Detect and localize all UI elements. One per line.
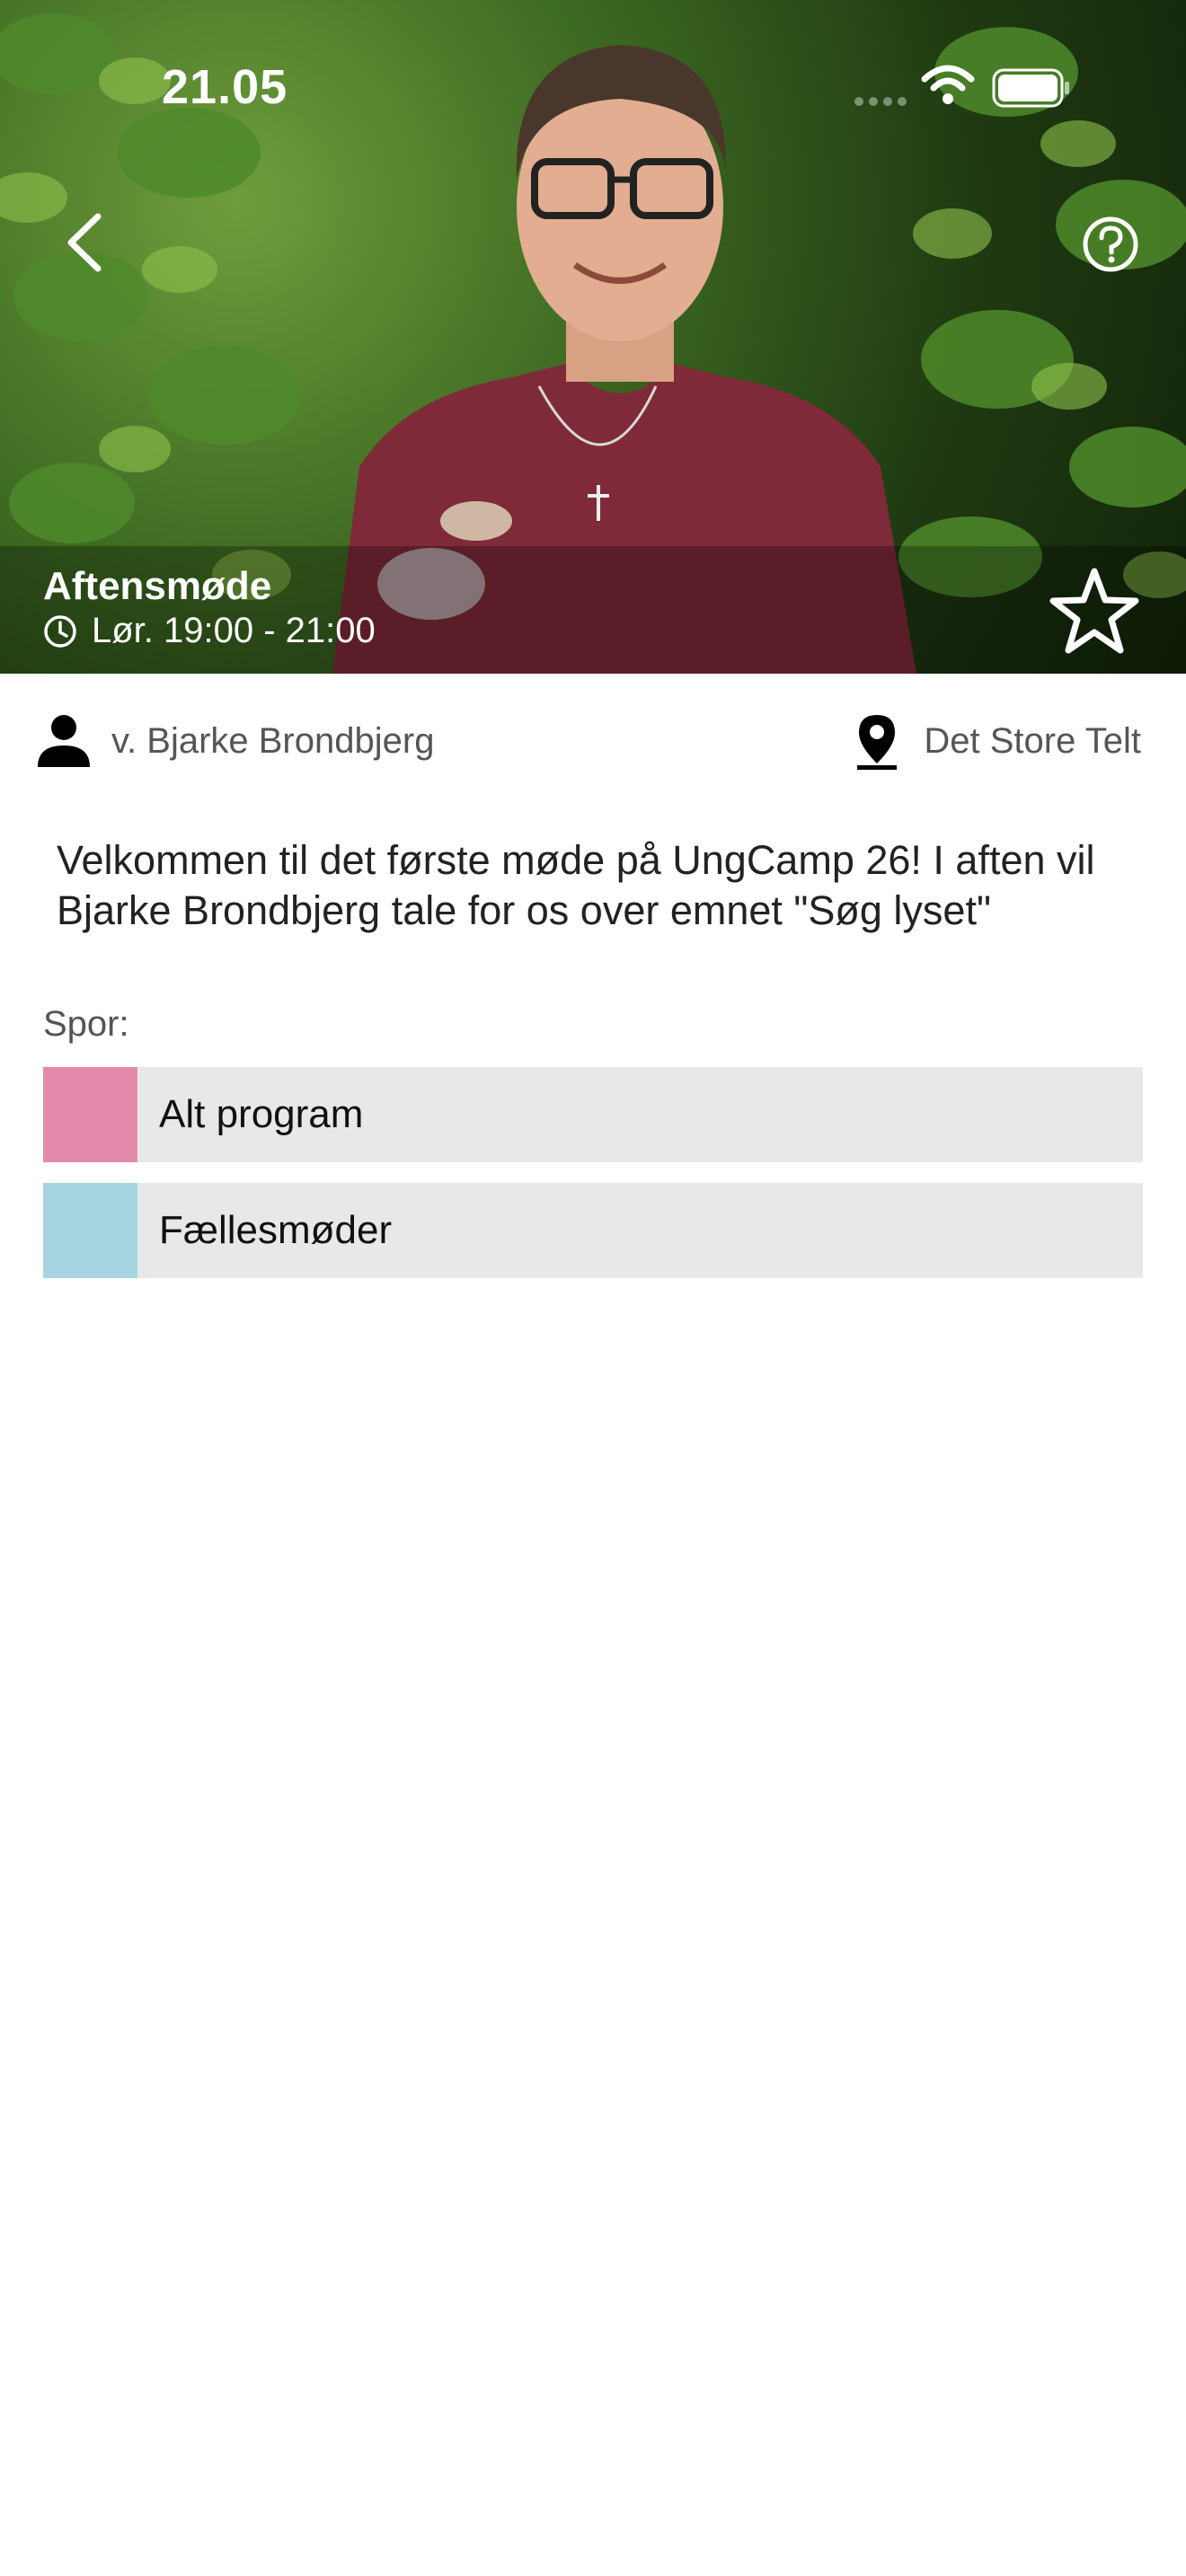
signal-icon xyxy=(854,97,907,106)
status-bar-time: 21.05 xyxy=(162,60,288,114)
star-outline-icon xyxy=(1049,568,1139,654)
battery-icon xyxy=(992,68,1069,108)
help-circle-icon xyxy=(1083,216,1138,272)
clock-icon xyxy=(44,614,76,648)
track-color-swatch xyxy=(43,1067,137,1162)
favorite-button[interactable] xyxy=(1042,561,1146,660)
event-description: Velkommen til det første møde på UngCamp… xyxy=(57,837,1095,933)
speaker-row: v. Bjarke Brondbjerg xyxy=(34,711,434,771)
track-label: Fællesmøder xyxy=(159,1208,393,1252)
track-color-swatch xyxy=(43,1183,137,1278)
event-time-row: Lør. 19:00 - 21:00 xyxy=(43,611,376,651)
wifi-icon xyxy=(921,65,975,104)
track-item-alt-program[interactable]: Alt program xyxy=(43,1067,1143,1162)
person-icon xyxy=(38,715,90,767)
chevron-left-icon xyxy=(67,213,102,272)
tracks-label: Spor: xyxy=(43,1004,129,1044)
event-header-image: 21.05 Aftensmøde Lør. 19:00 - 21:00 xyxy=(0,0,1186,674)
event-time: Lør. 19:00 - 21:00 xyxy=(92,611,376,650)
location-row: Det Store Telt xyxy=(852,711,1141,771)
track-item-faellesmoder[interactable]: Fællesmøder xyxy=(43,1183,1143,1278)
location-pin-icon xyxy=(857,715,898,770)
help-button[interactable] xyxy=(1075,208,1146,280)
event-title: Aftensmøde xyxy=(43,564,272,608)
location-name: Det Store Telt xyxy=(924,720,1141,761)
back-button[interactable] xyxy=(52,207,115,278)
track-label: Alt program xyxy=(159,1092,364,1136)
speaker-name: v. Bjarke Brondbjerg xyxy=(111,720,435,761)
